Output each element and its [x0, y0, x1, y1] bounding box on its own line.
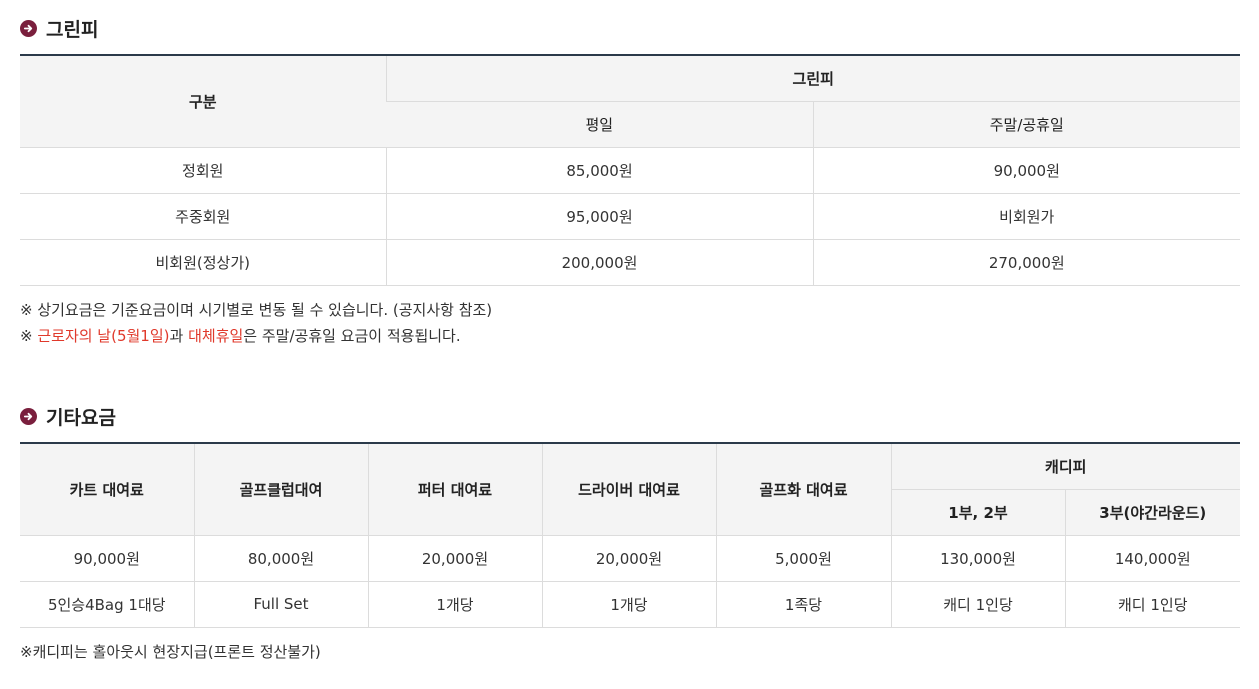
row-label: 비회원(정상가)	[20, 239, 386, 286]
note-prefix: ※	[20, 327, 38, 345]
greenfee-section-title: 그린피	[20, 15, 98, 42]
price-cell: 140,000원	[1064, 535, 1240, 582]
unit-cell: 5인승4Bag 1대당	[20, 581, 194, 628]
unit-cell: 캐디 1인당	[1064, 581, 1240, 628]
table-row: 5인승4Bag 1대당 Full Set 1개당 1개당 1족당 캐디 1인당 …	[20, 581, 1240, 628]
unit-cell: 캐디 1인당	[890, 581, 1065, 628]
weekday-price: 200,000원	[385, 239, 813, 286]
unit-cell: Full Set	[193, 581, 368, 628]
table-row: 주중회원 95,000원 비회원가	[20, 193, 1240, 240]
price-cell: 20,000원	[541, 535, 716, 582]
header-weekday: 평일	[386, 101, 813, 148]
price-cell: 90,000원	[20, 535, 194, 582]
table-header-row: 구분 그린피	[20, 55, 1240, 148]
price-cell: 80,000원	[193, 535, 368, 582]
header-putter: 퍼터 대여료	[367, 443, 542, 536]
unit-cell: 1개당	[367, 581, 542, 628]
price-cell: 130,000원	[890, 535, 1065, 582]
table-row: 비회원(정상가) 200,000원 270,000원	[20, 239, 1240, 286]
otherfee-note: ※캐디피는 홀아웃시 현장지급(프론트 정산불가)	[20, 643, 321, 661]
weekday-price: 85,000원	[385, 147, 813, 194]
price-cell: 20,000원	[367, 535, 542, 582]
unit-cell: 1족당	[715, 581, 891, 628]
greenfee-note-2: ※ 근로자의 날(5월1일)과 대체휴일은 주말/공휴일 요금이 적용됩니다.	[20, 325, 461, 346]
row-label: 정회원	[20, 147, 386, 194]
header-caddie-part12: 1부, 2부	[890, 489, 1065, 536]
row-label: 주중회원	[20, 193, 386, 240]
note-connector: 과	[169, 327, 189, 345]
price-cell: 5,000원	[715, 535, 891, 582]
table-row: 정회원 85,000원 90,000원	[20, 147, 1240, 194]
otherfee-table: 카트 대여료 골프클럽대여 퍼터 대여료 드라이버 대여료 골프화 대여료 캐디…	[20, 442, 1240, 628]
header-greenfee: 그린피	[385, 55, 1240, 102]
otherfee-section-title: 기타요금	[20, 403, 116, 430]
unit-cell: 1개당	[541, 581, 716, 628]
weekday-price: 95,000원	[385, 193, 813, 240]
greenfee-table: 구분 그린피 평일 주말/공휴일 정회원 85,000원 90,000원 주중회…	[20, 54, 1240, 286]
header-cart: 카트 대여료	[20, 443, 194, 536]
otherfee-title: 기타요금	[46, 407, 116, 429]
circle-arrow-right-icon	[20, 20, 37, 37]
weekend-price: 270,000원	[812, 239, 1240, 286]
header-category: 구분	[20, 55, 386, 148]
table-header-row: 카트 대여료 골프클럽대여 퍼터 대여료 드라이버 대여료 골프화 대여료 캐디…	[20, 443, 1240, 536]
header-shoes: 골프화 대여료	[715, 443, 891, 536]
header-driver: 드라이버 대여료	[541, 443, 716, 536]
note-suffix: 은 주말/공휴일 요금이 적용됩니다.	[243, 327, 461, 345]
weekend-price: 비회원가	[812, 193, 1240, 240]
header-club: 골프클럽대여	[193, 443, 368, 536]
page: 그린피 구분 그린피 평일 주말/공휴일 정회원 85,000원 90,000원…	[0, 0, 1259, 689]
weekend-price: 90,000원	[812, 147, 1240, 194]
note-highlight-labor-day: 근로자의 날(5월1일)	[37, 327, 170, 345]
header-caddie: 캐디피	[890, 443, 1240, 490]
greenfee-note-1: ※ 상기요금은 기준요금이며 시기별로 변동 될 수 있습니다. (공지사항 참…	[20, 301, 493, 319]
table-row: 90,000원 80,000원 20,000원 20,000원 5,000원 1…	[20, 535, 1240, 582]
header-caddie-part3: 3부(야간라운드)	[1064, 489, 1240, 536]
header-weekend: 주말/공휴일	[812, 101, 1240, 148]
greenfee-title: 그린피	[46, 19, 99, 41]
note-highlight-substitute-holiday: 대체휴일	[188, 327, 244, 345]
circle-arrow-right-icon	[20, 408, 37, 425]
